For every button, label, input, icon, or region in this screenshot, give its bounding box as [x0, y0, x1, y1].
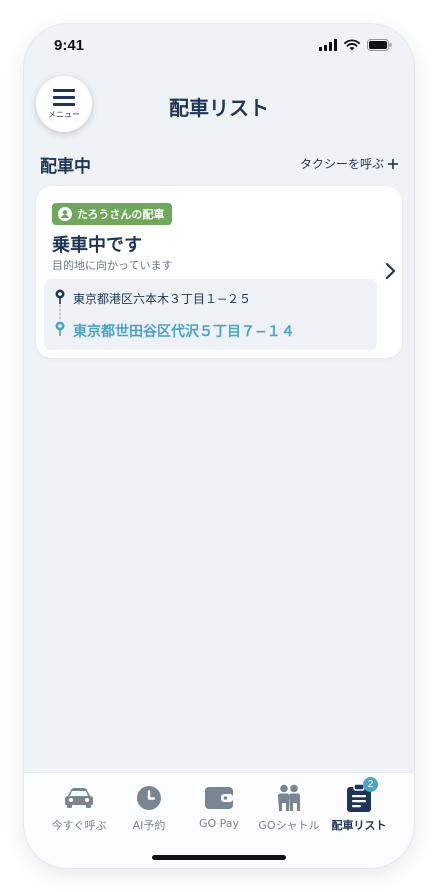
passenger-badge: たろうさんの配車	[52, 203, 173, 225]
clock-icon	[137, 786, 161, 810]
route-box: 東京都港区六本木３丁目１−２５ 東京都世田谷区代沢５丁目７−１４	[44, 279, 377, 350]
tab-label: 今すぐ呼ぶ	[51, 819, 107, 832]
ride-substatus: 目的地に向かっています	[52, 259, 173, 272]
call-taxi-link[interactable]: タクシーを呼ぶ	[300, 155, 398, 172]
notification-badge: 2	[363, 777, 378, 792]
tab-dispatch-list[interactable]: 2 配車リスト	[320, 777, 398, 833]
pickup-address: 東京都港区六本木３丁目１−２５	[73, 292, 252, 306]
status-bar: 9:41	[24, 24, 414, 72]
phone-screen: 9:41 メニュー 配車リスト 配車中 タクシーを呼ぶ たろうさんの配車 乗車中…	[24, 24, 414, 868]
chevron-right-icon[interactable]	[384, 262, 396, 280]
signal-icon	[319, 39, 337, 51]
car-icon	[65, 788, 93, 808]
tab-bar: 今すぐ呼ぶ AI予約 GO Pay GOシャトル 2 配車リスト	[24, 772, 414, 868]
status-icons	[319, 39, 392, 51]
user-icon	[58, 207, 72, 221]
tab-go-shuttle[interactable]: GOシャトル	[250, 783, 328, 833]
status-time: 9:41	[54, 37, 85, 54]
pickup-pin-icon	[55, 289, 65, 304]
wifi-icon	[344, 39, 360, 51]
call-taxi-label: タクシーを呼ぶ	[299, 157, 384, 171]
page-title: 配車リスト	[169, 96, 269, 120]
battery-icon	[367, 39, 392, 51]
home-indicator[interactable]	[152, 855, 286, 860]
plus-icon	[388, 158, 398, 169]
tab-label: GO Pay	[198, 817, 240, 830]
tab-call-now[interactable]: 今すぐ呼ぶ	[40, 783, 118, 833]
passenger-badge-label: たろうさんの配車	[77, 208, 165, 221]
section-title: 配車中	[40, 157, 91, 177]
tab-label: GOシャトル	[258, 819, 320, 832]
ride-status: 乗車中です	[52, 235, 142, 256]
route-connector	[59, 304, 61, 320]
tab-label: 配車リスト	[331, 819, 387, 832]
ride-card[interactable]: たろうさんの配車 乗車中です 目的地に向かっています 東京都港区六本木３丁目１−…	[36, 186, 402, 358]
tab-label: AI予約	[132, 819, 166, 832]
people-icon	[278, 784, 300, 811]
destination-pin-icon	[55, 321, 65, 336]
tab-go-pay[interactable]: GO Pay	[180, 783, 258, 830]
tab-ai-reservation[interactable]: AI予約	[110, 783, 188, 833]
wallet-icon	[205, 787, 233, 809]
destination-address: 東京都世田谷区代沢５丁目７−１４	[73, 324, 295, 340]
